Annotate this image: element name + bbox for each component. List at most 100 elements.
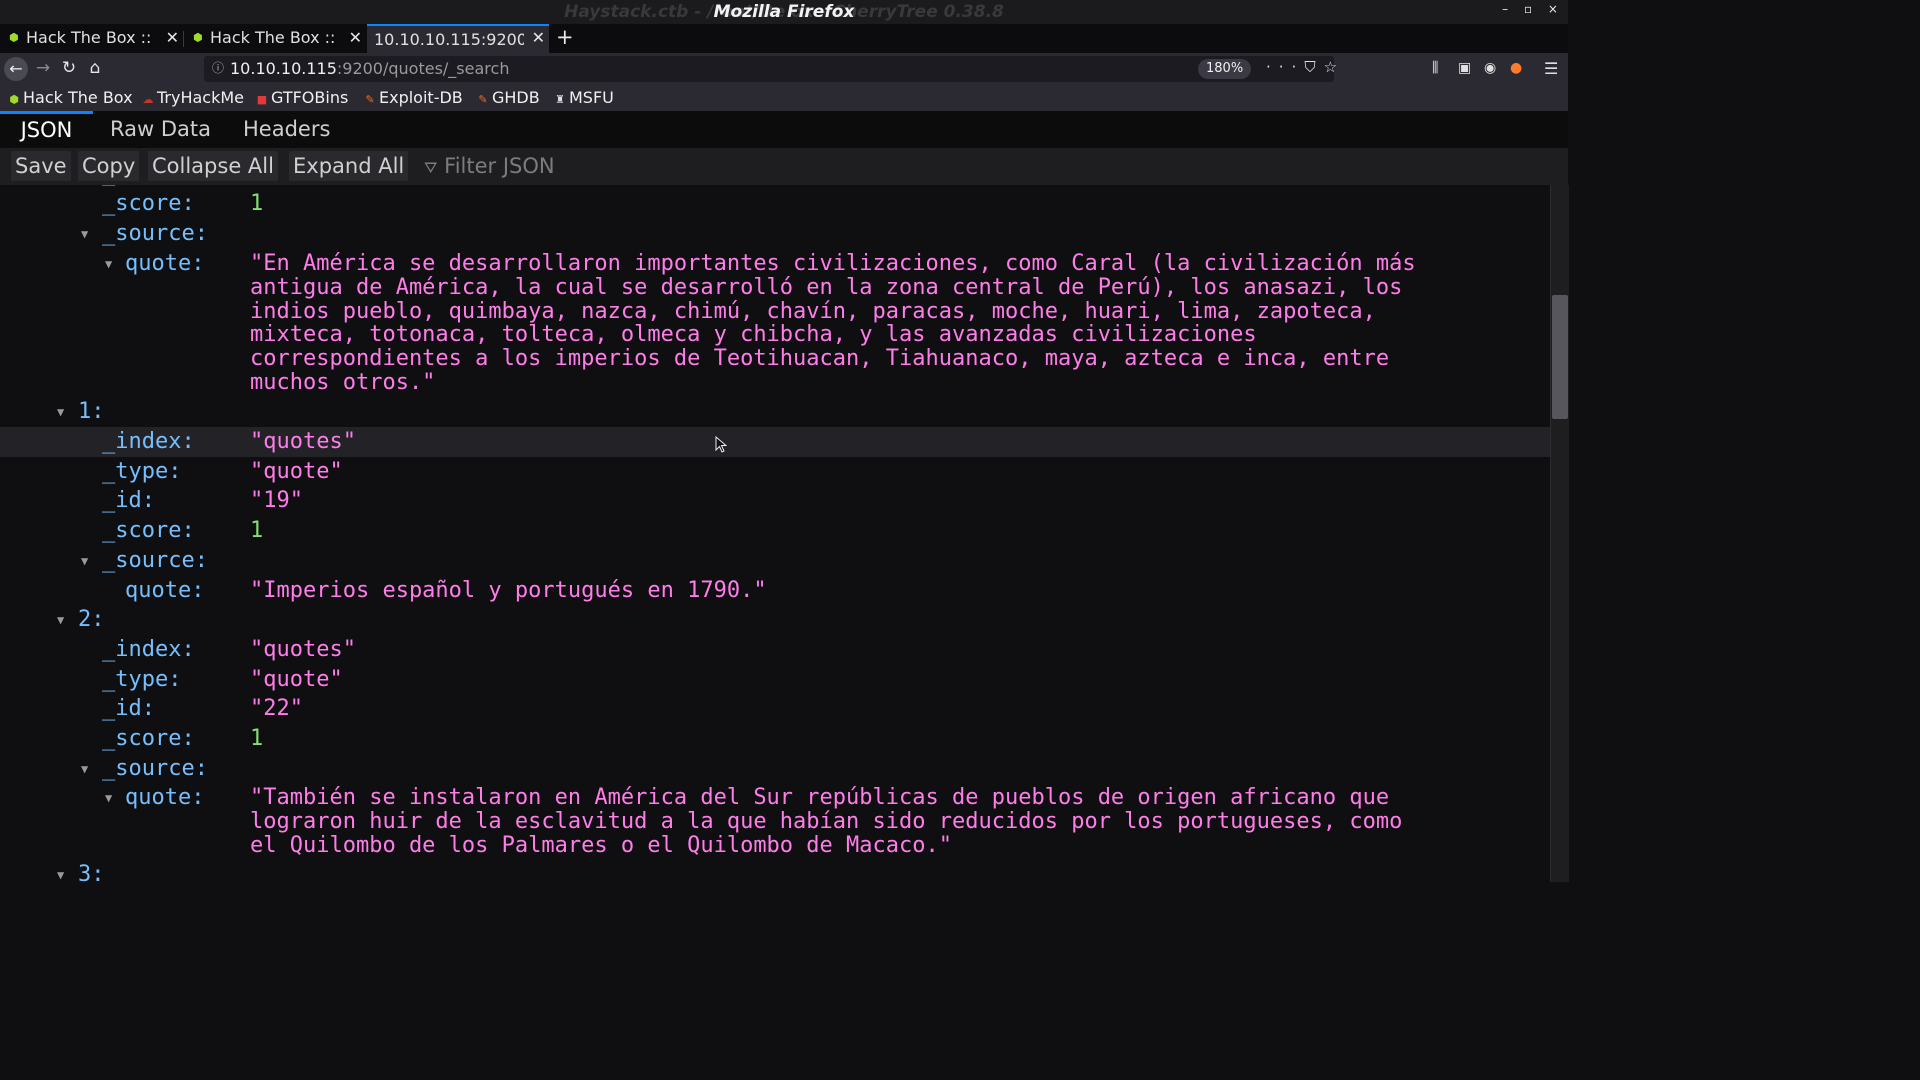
json-value-string: "En América se desarrollaron importantes… (250, 251, 1416, 395)
ghdb-icon: ✎ (478, 93, 488, 106)
new-tab-plus-icon[interactable]: + (556, 24, 574, 53)
json-row-quote[interactable]: quote: "Imperios español y portugués en … (0, 576, 1550, 606)
json-row-source[interactable]: ▼ _source: (0, 754, 1550, 784)
expand-triangle-icon[interactable]: ▼ (105, 783, 112, 813)
sidebar-icon[interactable]: ▣ (1458, 53, 1471, 84)
tab-raw-data[interactable]: Raw Data (110, 111, 211, 148)
json-row-array-item[interactable]: ▼ 2: (0, 605, 1550, 635)
tab-headers[interactable]: Headers (243, 111, 330, 148)
json-key: quote: (125, 785, 205, 810)
expand-all-button[interactable]: Expand All (289, 151, 409, 181)
collapse-all-button[interactable]: Collapse All (148, 151, 278, 181)
htb-icon: ⬢ (9, 93, 19, 106)
json-viewer-toolbar: Save Copy Collapse All Expand All ⛛ Filt… (0, 148, 1568, 186)
address-bar[interactable]: ⓘ 10.10.10.115:9200/quotes/_search 180% … (204, 56, 1337, 82)
json-value-string: "quote" (250, 667, 343, 692)
json-key: _source: (102, 221, 208, 246)
vertical-scrollbar[interactable] (1550, 185, 1569, 882)
mouse-pointer-icon (715, 436, 727, 453)
home-icon[interactable]: ⌂ (85, 53, 105, 85)
json-row-array-item[interactable]: ▼ 3: (0, 860, 1550, 882)
bookmark-label: TryHackMe (157, 88, 245, 107)
bookmark-gtfobins[interactable]: ■ GTFOBins (256, 85, 349, 111)
bookmark-hackthebox[interactable]: ⬢ Hack The Box (8, 85, 132, 111)
json-row-score[interactable]: _score: 1 (0, 724, 1550, 754)
library-icon[interactable]: ⫼ (1432, 53, 1438, 84)
json-row-index[interactable]: _index: "quotes" (0, 427, 1550, 457)
msfu-icon: ♜ (555, 93, 565, 106)
extension-icon[interactable]: ● (1510, 53, 1522, 84)
thm-icon: ☁ (142, 93, 154, 106)
hamburger-menu-icon[interactable]: ☰ (1544, 53, 1558, 84)
forward-arrow-icon[interactable]: → (33, 53, 53, 85)
json-row-source[interactable]: ▼ _source: (0, 546, 1550, 576)
json-value-string: "22" (250, 696, 303, 721)
url-path: :9200/quotes/_search (336, 59, 510, 78)
tab-label: 10.10.10.115:9200/ (374, 30, 524, 49)
tab-label: Hack The Box :: M (26, 28, 156, 47)
json-key: _index: (102, 637, 195, 662)
expand-triangle-icon[interactable]: ▼ (57, 860, 64, 882)
tab-elasticsearch-active[interactable]: 10.10.10.115:9200/ ✕ (367, 24, 549, 53)
tab-json[interactable]: JSON (0, 111, 93, 151)
expand-triangle-icon[interactable]: ▼ (81, 219, 88, 249)
json-row-id[interactable]: _id: "22" (0, 694, 1550, 724)
url-text[interactable]: 10.10.10.115:9200/quotes/_search (230, 59, 509, 78)
expand-triangle-icon[interactable]: ▼ (105, 249, 112, 279)
window-controls[interactable]: – ▫ × (1502, 2, 1564, 16)
json-tree: _id: _score: 1 ▼ _source: ▼ quote: "En A… (0, 185, 1550, 882)
gtfo-icon: ■ (256, 93, 268, 106)
tab-hackthebox-2[interactable]: ⬢ Hack The Box :: H ✕ (184, 24, 366, 53)
page-actions-menu-icon[interactable]: ··· (1266, 58, 1304, 76)
expand-triangle-icon[interactable]: ▼ (57, 397, 64, 427)
save-button[interactable]: Save (11, 151, 71, 181)
reload-icon[interactable]: ↻ (59, 53, 79, 85)
json-key: _type: (102, 667, 182, 692)
json-row-index[interactable]: _index: "quotes" (0, 635, 1550, 665)
json-key: _source: (102, 548, 208, 573)
bookmark-label: Exploit-DB (379, 88, 463, 107)
json-key: _type: (102, 459, 182, 484)
json-row-score[interactable]: _score: 1 (0, 516, 1550, 546)
json-key: 3: (78, 862, 105, 882)
bookmark-ghdb[interactable]: ✎ GHDB (477, 85, 539, 111)
site-info-icon[interactable]: ⓘ (212, 59, 224, 76)
zoom-level-badge[interactable]: 180% (1198, 59, 1252, 79)
back-arrow-icon[interactable]: ← (4, 57, 28, 81)
bookmark-star-icon[interactable]: ☆ (1324, 58, 1345, 76)
close-tab-icon[interactable]: ✕ (532, 26, 545, 52)
filter-json-input[interactable]: ⛛ Filter JSON (424, 151, 555, 181)
json-row-type[interactable]: _type: "quote" (0, 665, 1550, 695)
json-key: _id: (102, 488, 155, 513)
json-row-source[interactable]: ▼ _source: (0, 219, 1550, 249)
expand-triangle-icon[interactable]: ▼ (81, 754, 88, 784)
close-tab-icon[interactable]: ✕ (166, 24, 179, 52)
expand-triangle-icon[interactable]: ▼ (81, 546, 88, 576)
json-row-score[interactable]: _score: 1 (0, 189, 1550, 219)
json-key: _score: (102, 518, 195, 543)
json-key: _source: (102, 756, 208, 781)
page-actions: ···⛉☆ (1266, 58, 1345, 76)
close-tab-icon[interactable]: ✕ (349, 24, 362, 52)
pocket-icon[interactable]: ⛉ (1304, 58, 1323, 76)
json-value-string: "19" (250, 488, 303, 513)
bookmark-label: GTFOBins (271, 88, 349, 107)
json-key: quote: (125, 251, 205, 276)
json-row-id[interactable]: _id: "19" (0, 486, 1550, 516)
htb-favicon-icon: ⬢ (9, 31, 19, 44)
bookmarks-toolbar: ⬢ Hack The Box ☁ TryHackMe ■ GTFOBins ✎ Expl… (0, 85, 1568, 111)
scrollbar-thumb[interactable] (1552, 295, 1568, 419)
json-value-string: "quotes" (250, 429, 356, 454)
json-key: _score: (102, 726, 195, 751)
bookmark-label: MSFU (569, 88, 614, 107)
bookmark-tryhackme[interactable]: ☁ TryHackMe (142, 85, 245, 111)
bookmark-msfu[interactable]: ♜ MSFU (554, 85, 614, 111)
tab-hackthebox-1[interactable]: ⬢ Hack The Box :: M ✕ (0, 24, 183, 53)
account-icon[interactable]: ◉ (1484, 53, 1496, 84)
json-row-array-item[interactable]: ▼ 1: (0, 397, 1550, 427)
expand-triangle-icon[interactable]: ▼ (57, 605, 64, 635)
bookmark-exploitdb[interactable]: ✎ Exploit-DB (364, 85, 463, 111)
json-key: _index: (102, 429, 195, 454)
copy-button[interactable]: Copy (78, 151, 140, 181)
json-row-type[interactable]: _type: "quote" (0, 457, 1550, 487)
